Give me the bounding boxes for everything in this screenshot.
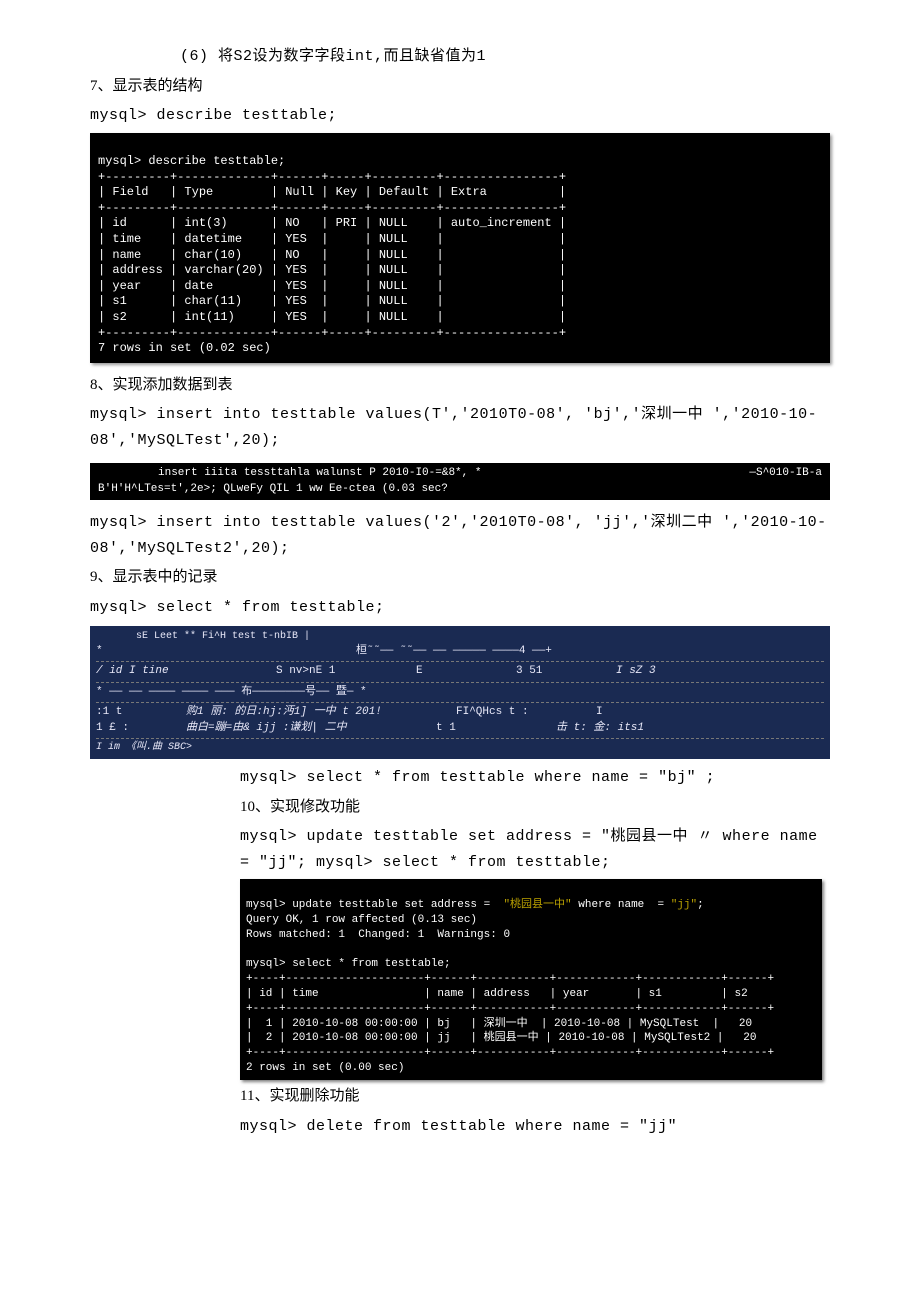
term-line: sE Leet ** Fi^H test t-nbIB | [96,630,824,644]
section-9-cmd2: mysql> select * from testtable where nam… [90,765,830,791]
item-6: (6) 将S2设为数字字段int,而且缺省值为1 [90,44,830,70]
cell: 曲白=蹦=由& ijj :谦划| 二中 [186,721,436,736]
term-line: | time | datetime | YES | | NULL | | [98,232,566,246]
term-line: * [96,644,356,659]
section-9-title: 9、显示表中的记录 [90,565,830,591]
term-line: | year | date | YES | | NULL | | [98,279,566,293]
terminal-insert: insert iiita tessttahla walunst P 2010-I… [90,463,830,500]
section-10-cmd: mysql> update testtable set address = "桃… [90,824,830,875]
col-e: E [416,664,516,679]
term-line: +----+---------------------+------+-----… [246,1047,774,1059]
term-line: Query OK, 1 row affected (0.13 sec) [246,914,477,926]
term-line: | 2 | 2010-10-08 00:00:00 | jj | 桃园县一中 |… [246,1032,756,1044]
section-8-cmd2: mysql> insert into testtable values('2',… [90,510,830,561]
section-11-title: 11、实现删除功能 [90,1084,830,1110]
term-line: | name | char(10) | NO | | NULL | | [98,248,566,262]
term-line: | id | int(3) | NO | PRI | NULL | auto_i… [98,216,566,230]
section-11-cmd: mysql> delete from testtable where name … [90,1114,830,1140]
term-line: | Field | Type | Null | Key | Default | … [98,185,566,199]
term-line: +----+---------------------+------+-----… [246,1003,774,1015]
term-line: mysql> select * from testtable; [246,958,451,970]
cell: 击 t: 金: its1 [556,721,644,736]
term-line: mysql> describe testtable; [98,154,285,168]
term-line: 2 rows in set (0.00 sec) [246,1062,404,1074]
col-year: 3 51 [516,664,616,679]
cell: t 1 [436,721,556,736]
section-9-cmd: mysql> select * from testtable; [90,595,830,621]
section-8-title: 8、实现添加数据到表 [90,373,830,399]
cell: I [596,705,603,720]
term-line: +---------+-------------+------+-----+--… [98,201,566,215]
section-10-title: 10、实现修改功能 [90,795,830,821]
term-line: | 1 | 2010-10-08 00:00:00 | bj | 深圳一中 | … [246,1018,752,1030]
term-line: 桓˜˜—— ˜˜—— —— ————— ————4 ——+ [356,644,552,659]
term-line: mysql> update testtable set address = "桃… [246,899,704,911]
col-id: / id I tine [96,664,276,679]
term-foot: I im 《叫.曲 SBC> [96,741,824,755]
col-sz: I sZ 3 [616,664,824,679]
document-page: (6) 将S2设为数字字段int,而且缺省值为1 7、显示表的结构 mysql>… [0,0,920,1203]
term-line: +---------+-------------+------+-----+--… [98,326,566,340]
terminal-describe: mysql> describe testtable; +---------+--… [90,133,830,363]
terminal-select: sE Leet ** Fi^H test t-nbIB | * 桓˜˜—— ˜˜… [90,626,830,759]
term-line: 7 rows in set (0.02 sec) [98,341,271,355]
cell: FI^QHcs t : [456,705,596,720]
section-8-cmd: mysql> insert into testtable values(T','… [90,402,830,453]
term-line: insert iiita tessttahla walunst P 2010-I… [158,466,481,481]
cell: 1 £ : [96,721,186,736]
section-7-title: 7、显示表的结构 [90,74,830,100]
term-line: | id | time | name | address | year | s1… [246,988,748,1000]
col-name: S nv>nE 1 [276,664,416,679]
term-line: +----+---------------------+------+-----… [246,973,774,985]
term-line: B'H'H^LTes=t',2e>; QLweFy QIL 1 ww Ee-ct… [98,482,822,497]
cell: 购1 丽: 的日:hj:沔1] 一中 t 201! [186,705,456,720]
term-line: * —— —— ———— ———— ——— 布————————号—— 暨— * [96,685,824,700]
term-line: | s1 | char(11) | YES | | NULL | | [98,294,566,308]
cell: :1 t [96,705,186,720]
term-line: | address | varchar(20) | YES | | NULL |… [98,263,566,277]
term-line: —S^010-IB-a [749,466,822,481]
term-line: | s2 | int(11) | YES | | NULL | | [98,310,566,324]
section-7-cmd: mysql> describe testtable; [90,103,830,129]
term-line: Rows matched: 1 Changed: 1 Warnings: 0 [246,929,510,941]
terminal-update: mysql> update testtable set address = "桃… [240,879,822,1080]
term-line: +---------+-------------+------+-----+--… [98,170,566,184]
